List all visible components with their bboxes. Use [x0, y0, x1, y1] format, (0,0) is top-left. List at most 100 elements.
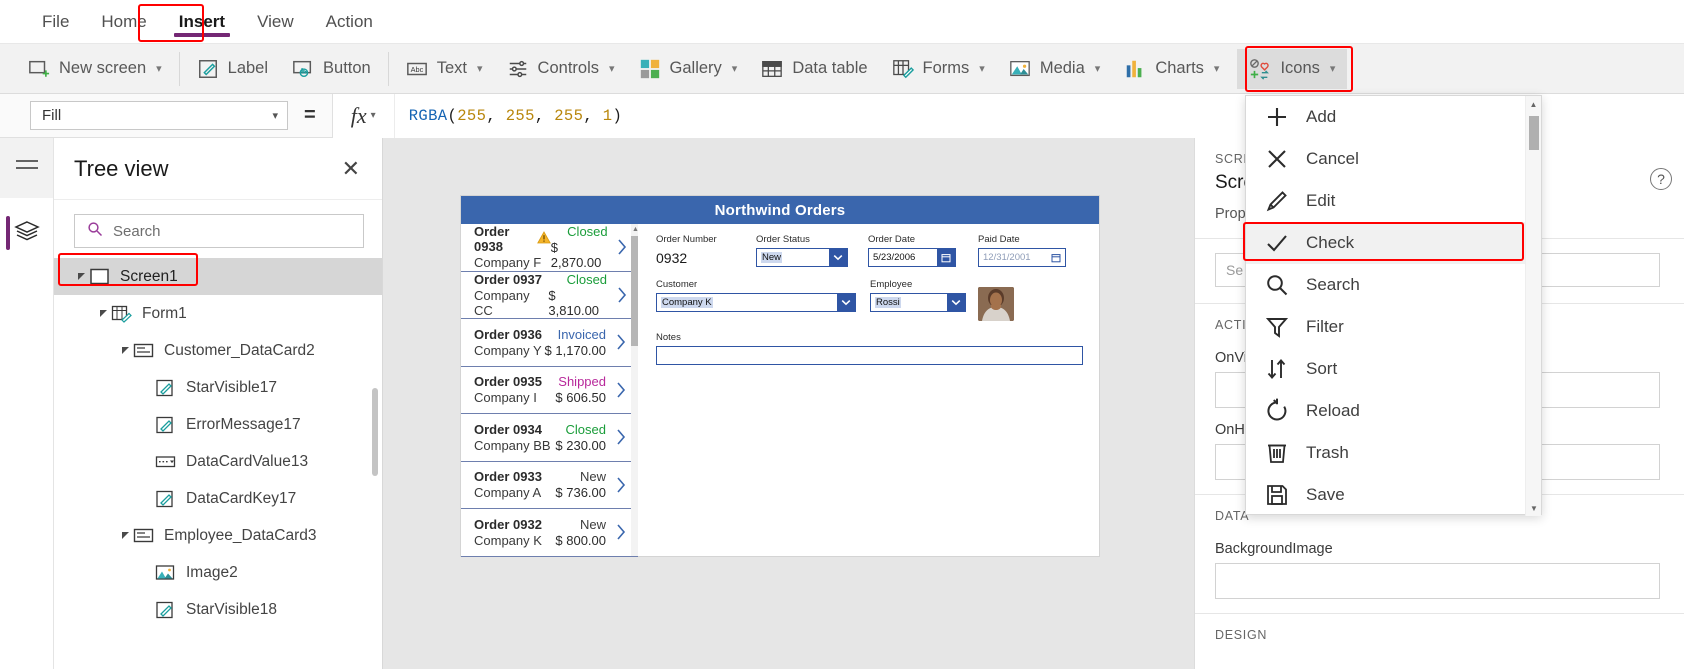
notes-input[interactable]	[656, 346, 1083, 365]
calendar-icon[interactable]	[1047, 249, 1065, 266]
menu-item-home[interactable]: Home	[85, 0, 162, 44]
expand-twisty-icon[interactable]	[118, 346, 133, 355]
orders-gallery[interactable]: Order 0938 Company F Closed $ 2,870.00 O…	[461, 224, 639, 557]
menu-item-cancel[interactable]: Cancel	[1246, 138, 1541, 180]
scroll-down-button[interactable]: ▼	[1526, 500, 1542, 516]
chevron-right-icon[interactable]	[610, 427, 632, 447]
status-badge: Closed	[567, 224, 608, 240]
calendar-icon[interactable]	[937, 249, 955, 266]
customer-value: Company K	[661, 297, 713, 308]
ribbon-media-button[interactable]: Media ▾	[997, 49, 1112, 89]
gallery-row[interactable]: Order 0934 Company BB Closed $ 230.00	[461, 414, 638, 462]
employee-dropdown[interactable]: Rossi	[870, 293, 966, 312]
chevron-right-icon[interactable]	[610, 332, 632, 352]
trash-icon	[1264, 440, 1290, 466]
ribbon-icons-button[interactable]: Icons ▾	[1237, 48, 1348, 89]
avatar	[978, 287, 1014, 321]
ribbon-label-button[interactable]: Label	[185, 49, 280, 89]
tree-node-form1[interactable]: Form1	[54, 295, 382, 332]
tree-node-datacardvalue13[interactable]: DataCardValue13	[54, 443, 382, 480]
menu-item-sort[interactable]: Sort	[1246, 348, 1541, 390]
menu-item-filter[interactable]: Filter	[1246, 306, 1541, 348]
tree-node-label: Customer_DataCard2	[164, 341, 315, 359]
dropdown-scrollbar[interactable]: ▲ ▼	[1525, 96, 1541, 516]
order-date-input[interactable]: 5/23/2006	[868, 248, 956, 267]
menu-item-label: Add	[1306, 107, 1337, 126]
ribbon-gallery-button[interactable]: Gallery ▾	[627, 49, 750, 89]
chevron-right-icon[interactable]	[612, 237, 632, 257]
paid-date-input[interactable]: 12/31/2001	[978, 248, 1066, 267]
close-icon[interactable]: ✕	[342, 157, 360, 180]
ribbon-charts-button[interactable]: Charts ▾	[1112, 49, 1231, 89]
ribbon-text-button[interactable]: Abc Text ▾	[394, 49, 495, 89]
section-label-design: DESIGN	[1215, 628, 1268, 642]
formula-text[interactable]: RGBA(255, 255, 255, 1)	[395, 107, 622, 125]
gallery-row[interactable]: Order 0937 Company CC Closed $ 3,810.00	[461, 272, 638, 319]
menu-item-action[interactable]: Action	[310, 0, 389, 44]
chevron-right-icon[interactable]	[610, 475, 632, 495]
customer-dropdown[interactable]: Company K	[656, 293, 856, 312]
gallery-row[interactable]: Order 0932 Company K New $ 800.00	[461, 509, 638, 557]
order-status-dropdown[interactable]: New	[756, 248, 848, 267]
property-selector[interactable]: Fill ▾	[30, 101, 288, 130]
menu-item-view[interactable]: View	[241, 0, 310, 44]
menu-item-search[interactable]: Search	[1246, 264, 1541, 306]
menu-item-save[interactable]: Save	[1246, 474, 1541, 516]
menu-item-check[interactable]: Check	[1246, 222, 1541, 264]
chevron-right-icon[interactable]	[611, 285, 632, 305]
expand-twisty-icon[interactable]	[118, 531, 133, 540]
tree-node-customer-datacard2[interactable]: Customer_DataCard2	[54, 332, 382, 369]
menu-item-label: Action	[325, 11, 373, 31]
scroll-up-button[interactable]: ▲	[1526, 96, 1541, 112]
scroll-thumb[interactable]	[1529, 116, 1539, 150]
tree-node-starvisible17[interactable]: StarVisible17	[54, 369, 382, 406]
hamburger-button[interactable]	[0, 138, 53, 198]
ribbon-button-button[interactable]: Button	[280, 49, 383, 89]
menu-item-trash[interactable]: Trash	[1246, 432, 1541, 474]
expand-twisty-icon[interactable]	[74, 272, 89, 281]
menu-item-label: Search	[1306, 275, 1360, 294]
tree-node-screen1[interactable]: Screen1	[54, 258, 382, 295]
chevron-down-icon: ▾	[1213, 63, 1220, 75]
equals-sign: =	[304, 104, 316, 126]
status-badge: Closed	[565, 421, 606, 437]
expand-twisty-icon[interactable]	[96, 309, 111, 318]
label-control-icon	[155, 601, 186, 619]
gallery-scrollbar[interactable]: ▲	[631, 224, 639, 556]
tree-node-employee-datacard3[interactable]: Employee_DataCard3	[54, 517, 382, 554]
chevron-down-icon[interactable]	[829, 249, 847, 266]
search-input[interactable]: Search	[74, 214, 364, 248]
rail-item-tree-view[interactable]	[0, 198, 53, 268]
company-name: Company I	[474, 390, 537, 406]
chevron-right-icon[interactable]	[610, 380, 632, 400]
employee-value: Rossi	[875, 297, 901, 308]
tree-node-errormessage17[interactable]: ErrorMessage17	[54, 406, 382, 443]
gallery-row[interactable]: Order 0938 Company F Closed $ 2,870.00	[461, 224, 638, 272]
background-image-input[interactable]	[1215, 563, 1660, 599]
tree-scrollbar[interactable]	[372, 388, 378, 476]
help-icon[interactable]: ?	[1650, 168, 1672, 190]
chevron-down-icon: ▾	[272, 110, 278, 122]
gallery-scroll-thumb[interactable]	[631, 236, 638, 346]
menu-item-add[interactable]: Add	[1246, 96, 1541, 138]
chevron-down-icon[interactable]	[837, 294, 855, 311]
tree-node-starvisible18[interactable]: StarVisible18	[54, 591, 382, 628]
menu-item-reload[interactable]: Reload	[1246, 390, 1541, 432]
tree-node-image2[interactable]: Image2	[54, 554, 382, 591]
gallery-row[interactable]: Order 0936 Company Y Invoiced $ 1,170.00	[461, 319, 638, 367]
ribbon-new-screen-button[interactable]: New screen ▾	[16, 49, 174, 89]
field-notes: Notes	[656, 332, 1083, 365]
ribbon-data-table-button[interactable]: Data table	[749, 49, 879, 89]
chevron-right-icon[interactable]	[610, 522, 632, 542]
gallery-row[interactable]: Order 0935 Company I Shipped $ 606.50	[461, 367, 638, 414]
menu-item-insert[interactable]: Insert	[163, 0, 241, 44]
menu-item-file[interactable]: File	[26, 0, 85, 44]
ribbon-forms-button[interactable]: Forms ▾	[880, 49, 997, 89]
field-label: Paid Date	[978, 234, 1020, 245]
tree-node-datacardkey17[interactable]: DataCardKey17	[54, 480, 382, 517]
chevron-down-icon[interactable]	[947, 294, 965, 311]
fx-icon[interactable]: fx ▾	[333, 93, 395, 138]
ribbon-controls-button[interactable]: Controls ▾	[495, 49, 627, 89]
menu-item-edit[interactable]: Edit	[1246, 180, 1541, 222]
gallery-row[interactable]: Order 0933 Company A New $ 736.00	[461, 462, 638, 509]
